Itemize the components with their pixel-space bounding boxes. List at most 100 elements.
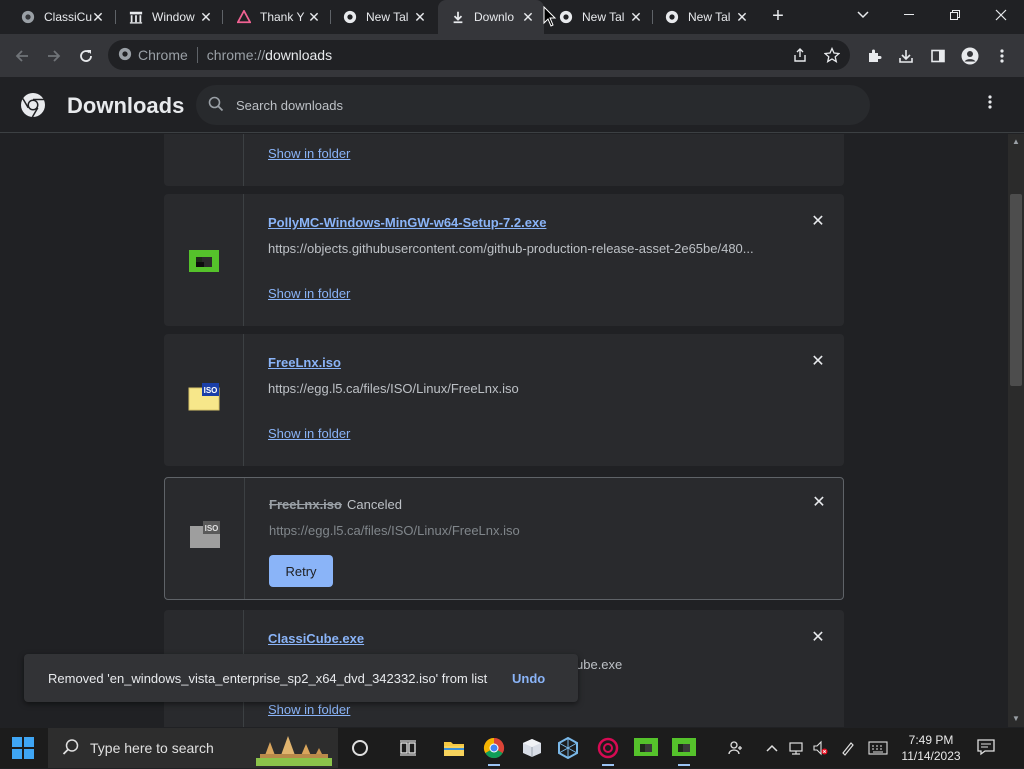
debian-swirl-icon[interactable] [594, 734, 622, 766]
chrome-icon [20, 9, 36, 25]
tab-classicube[interactable]: ClassiCu ✕ [8, 0, 114, 34]
close-icon[interactable]: ✕ [306, 9, 322, 25]
search-input[interactable]: Search downloads [196, 85, 870, 125]
chrome-menu-icon[interactable] [990, 44, 1014, 68]
remove-close-icon[interactable]: ✕ [808, 212, 828, 232]
close-icon[interactable]: ✕ [734, 9, 750, 25]
pen-icon[interactable] [838, 738, 858, 758]
reload-button[interactable] [72, 42, 100, 70]
search-icon [62, 738, 80, 759]
url-path: downloads [265, 47, 333, 63]
status-text: Canceled [347, 497, 402, 512]
icon-column [164, 134, 244, 186]
omnibox[interactable]: Chrome chrome://downloads [108, 40, 850, 70]
back-button[interactable] [8, 42, 36, 70]
chrome-taskbar-icon[interactable] [480, 734, 508, 766]
download-icon [450, 9, 466, 25]
keyboard-icon[interactable] [868, 738, 888, 758]
tab-downloads[interactable]: Downlo ✕ [438, 0, 544, 34]
network-icon[interactable] [786, 738, 806, 758]
close-icon[interactable]: ✕ [90, 9, 106, 25]
chrome-logo-icon [20, 92, 46, 118]
taskbar-search-input[interactable]: Type here to search [48, 728, 338, 768]
download-item: PollyMC-Windows-MinGW-w64-Setup-7.2.exe … [164, 194, 844, 326]
downloads-header: Downloads Search downloads [0, 79, 1024, 133]
chrome-icon [664, 9, 680, 25]
scroll-up-arrow-icon[interactable]: ▲ [1012, 138, 1020, 146]
tab-new-tab[interactable]: New Tal ✕ [652, 0, 758, 34]
extensions-icon[interactable] [862, 44, 886, 68]
temple-search-highlight-icon [256, 732, 332, 769]
side-panel-icon[interactable] [926, 44, 950, 68]
tab-strip: ClassiCu ✕ Window ✕ Thank Y ✕ New Tal ✕ … [0, 0, 1024, 34]
tab-thank-you[interactable]: Thank Y ✕ [224, 0, 330, 34]
remove-close-icon[interactable]: ✕ [809, 493, 829, 513]
windows-taskbar: Type here to search 7:49 PM 11/14/2023 [0, 728, 1024, 768]
show-in-folder-link[interactable]: Show in folder [268, 286, 350, 301]
tray-overflow-chevron-icon[interactable] [762, 738, 782, 758]
download-item: ISO FreeLnx.iso https://egg.l5.ca/files/… [164, 334, 844, 466]
file-url: https://egg.l5.ca/files/ISO/Linux/FreeLn… [268, 381, 519, 396]
file-name-link[interactable]: PollyMC-Windows-MinGW-w64-Setup-7.2.exe [268, 215, 546, 230]
remove-close-icon[interactable]: ✕ [808, 628, 828, 648]
forward-button[interactable] [40, 42, 68, 70]
close-icon[interactable]: ✕ [628, 9, 644, 25]
virtualbox-icon[interactable] [554, 734, 582, 762]
new-tab-button[interactable]: + [766, 5, 790, 29]
page-title: Downloads [67, 93, 185, 118]
download-item: Show in folder [164, 134, 844, 186]
file-url: https://objects.githubusercontent.com/gi… [268, 241, 754, 256]
close-window-button[interactable] [978, 0, 1024, 30]
show-in-folder-link[interactable]: Show in folder [268, 702, 350, 717]
show-in-folder-link[interactable]: Show in folder [268, 146, 350, 161]
tab-new-tab[interactable]: New Tal ✕ [546, 0, 652, 34]
clock-time: 7:49 PM [908, 733, 954, 747]
svg-text:ISO: ISO [204, 386, 218, 395]
more-actions-icon[interactable] [980, 94, 1000, 118]
undo-button[interactable]: Undo [512, 671, 545, 686]
file-url: ube.exe [576, 657, 623, 672]
file-name-link[interactable]: ClassiCube.exe [268, 631, 364, 646]
share-icon[interactable] [792, 47, 808, 63]
show-in-folder-link[interactable]: Show in folder [268, 426, 350, 441]
file-name-link[interactable]: FreeLnx.iso [268, 355, 341, 370]
close-icon[interactable]: ✕ [412, 9, 428, 25]
volume-muted-icon[interactable] [810, 738, 830, 758]
tab-separator [222, 10, 223, 24]
scrollbar-thumb[interactable] [1010, 194, 1022, 386]
retry-button[interactable]: Retry [269, 555, 333, 587]
mouse-cursor-icon [543, 5, 557, 28]
pollymc-running-icon[interactable] [670, 734, 698, 766]
close-icon[interactable]: ✕ [198, 9, 214, 25]
iso-file-icon: ISO [189, 520, 221, 552]
archive-icon [128, 9, 144, 25]
cube-app-icon[interactable] [518, 734, 546, 762]
close-icon[interactable]: ✕ [520, 9, 536, 25]
cortana-icon[interactable] [346, 734, 374, 762]
omnibox-separator [196, 47, 198, 63]
people-icon[interactable] [726, 738, 746, 758]
remove-close-icon[interactable]: ✕ [808, 352, 828, 372]
taskbar-clock[interactable]: 7:49 PM 11/14/2023 [896, 732, 966, 764]
file-explorer-icon[interactable] [440, 734, 468, 762]
tab-windows[interactable]: Window ✕ [116, 0, 222, 34]
restore-button[interactable] [932, 0, 978, 30]
iso-file-icon: ISO [188, 382, 220, 414]
tab-search-button[interactable] [840, 0, 886, 30]
toast-message: Removed 'en_windows_vista_enterprise_sp2… [48, 671, 488, 686]
pollymc-icon[interactable] [632, 734, 660, 762]
tab-new-tab[interactable]: New Tal ✕ [330, 0, 436, 34]
file-url: https://egg.l5.ca/files/ISO/Linux/FreeLn… [269, 523, 520, 538]
file-name: FreeLnx.iso [269, 497, 342, 512]
chrome-icon [118, 47, 132, 64]
scroll-down-arrow-icon[interactable]: ▼ [1012, 715, 1020, 723]
bookmark-star-icon[interactable] [823, 46, 841, 63]
search-icon [208, 96, 224, 115]
task-view-icon[interactable] [394, 734, 422, 762]
profile-icon[interactable] [958, 44, 982, 68]
download-icon[interactable] [894, 44, 918, 68]
windows-start-icon[interactable] [12, 737, 34, 759]
scrollbar[interactable]: ▲ ▼ [1008, 134, 1024, 727]
minimize-button[interactable] [886, 0, 932, 30]
notification-center-icon[interactable] [976, 738, 998, 758]
